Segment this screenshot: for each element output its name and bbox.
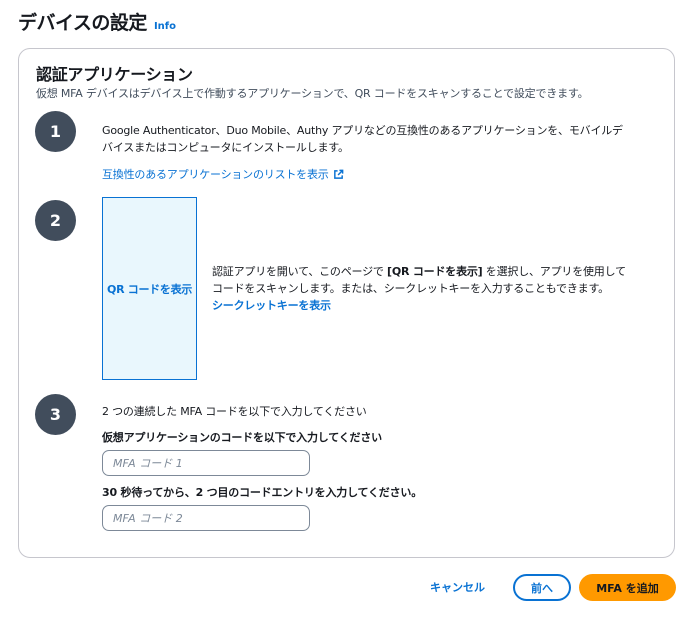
step-2-text: 認証アプリを開いて、このページで [QR コードを表示] を選択し、アプリを使用… <box>212 263 662 314</box>
step-2-line-1: 認証アプリを開いて、このページで [QR コードを表示] を選択し、アプリを使用… <box>212 263 662 280</box>
page-title: デバイスの設定 <box>18 12 147 34</box>
external-link-icon <box>333 168 344 185</box>
step-2-text-c: を選択し、アプリを使用して <box>482 265 626 278</box>
show-qr-code-button[interactable]: QR コードを表示 <box>102 197 197 380</box>
step-2-text-b: [QR コードを表示] <box>387 265 483 278</box>
step-1-text: Google Authenticator、Duo Mobile、Authy アプ… <box>102 122 662 156</box>
mfa-code-1-label: 仮想アプリケーションのコードを以下で入力してください <box>102 431 382 444</box>
step-3-badge: 3 <box>35 394 76 435</box>
step-3-intro: 2 つの連続した MFA コードを以下で入力してください <box>102 405 367 418</box>
step-2-badge: 2 <box>35 200 76 241</box>
step-1-line-2: バイスまたはコンピュータにインストールします。 <box>102 141 349 154</box>
show-qr-code-label: QR コードを表示 <box>107 282 192 296</box>
authenticator-app-panel: 認証アプリケーション 仮想 MFA デバイスはデバイス上で作動するアプリケーショ… <box>18 48 675 558</box>
cancel-button[interactable]: キャンセル <box>430 579 485 595</box>
step-2-line-2: コードをスキャンします。または、シークレットキーを入力することもできます。 <box>212 282 609 295</box>
page-header: デバイスの設定 Info <box>18 8 176 35</box>
step-2-text-a: 認証アプリを開いて、このページで <box>212 265 387 278</box>
section-title: 認証アプリケーション <box>36 65 193 84</box>
step-1-badge: 1 <box>35 111 76 152</box>
mfa-code-2-input[interactable] <box>102 505 310 531</box>
info-link[interactable]: Info <box>154 21 176 32</box>
mfa-code-1-input[interactable] <box>102 450 310 476</box>
show-secret-key-link[interactable]: シークレットキーを表示 <box>212 297 331 314</box>
step-1-line-1: Google Authenticator、Duo Mobile、Authy アプ… <box>102 124 623 137</box>
section-description: 仮想 MFA デバイスはデバイス上で作動するアプリケーションで、QR コードをス… <box>36 87 589 100</box>
mfa-code-2-label: 30 秒待ってから、2 つ目のコードエントリを入力してください。 <box>102 486 423 499</box>
previous-button[interactable]: 前へ <box>513 574 571 601</box>
add-mfa-button[interactable]: MFA を追加 <box>579 574 676 601</box>
compatible-apps-link-label: 互換性のあるアプリケーションのリストを表示 <box>102 168 329 181</box>
compatible-apps-link[interactable]: 互換性のあるアプリケーションのリストを表示 <box>102 166 344 185</box>
